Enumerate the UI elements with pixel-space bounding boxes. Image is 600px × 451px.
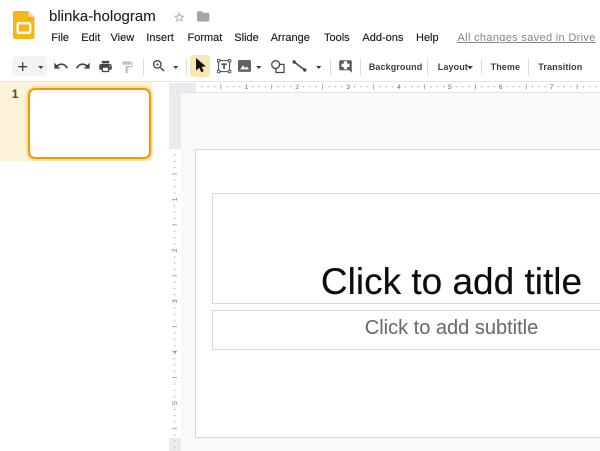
svg-text:6: 6 [499, 84, 503, 91]
svg-text:5: 5 [172, 401, 179, 405]
svg-text:3: 3 [172, 299, 179, 303]
svg-text:2: 2 [295, 84, 299, 91]
svg-text:1: 1 [244, 84, 248, 91]
svg-text:1: 1 [172, 197, 179, 201]
svg-text:5: 5 [448, 84, 452, 91]
svg-text:2: 2 [172, 248, 179, 252]
svg-text:4: 4 [172, 350, 179, 354]
svg-text:7: 7 [550, 84, 554, 91]
svg-text:4: 4 [397, 84, 401, 91]
svg-text:3: 3 [346, 84, 350, 91]
